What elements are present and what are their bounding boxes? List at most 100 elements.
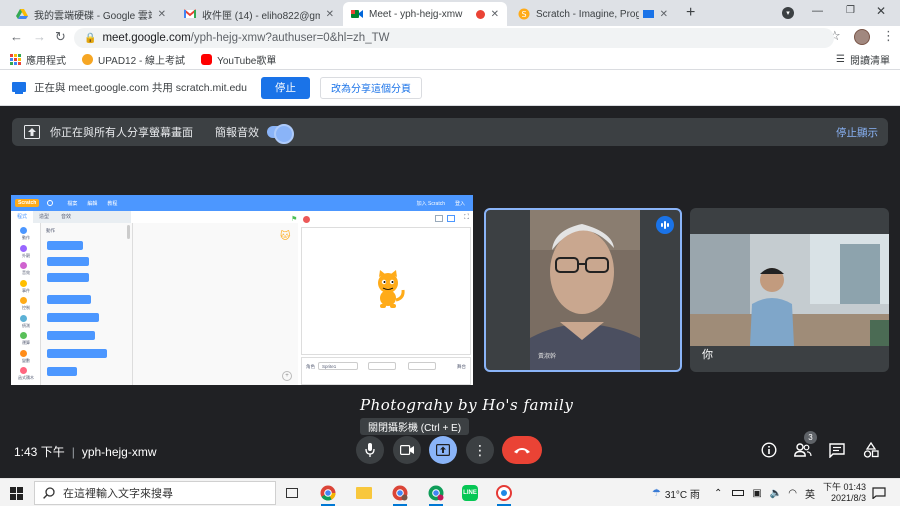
task-view-button[interactable] xyxy=(282,483,302,503)
svg-text:S: S xyxy=(521,10,526,19)
taskbar-search-box[interactable]: 在這裡輸入文字來搜尋 xyxy=(34,481,276,505)
scratch-block xyxy=(47,295,91,304)
folder-icon xyxy=(356,487,372,499)
chrome-profile-icon xyxy=(428,485,444,501)
tab-meet[interactable]: Meet - yph-hejg-xmw ✕ xyxy=(343,2,507,26)
close-window-button[interactable]: ✕ xyxy=(876,4,886,18)
volume-icon[interactable]: 🔈 xyxy=(770,488,782,499)
palette-scrollbar xyxy=(127,225,130,239)
windows-start-icon[interactable] xyxy=(10,487,23,500)
participant-tile-main[interactable]: 黃淑幹 xyxy=(484,208,682,372)
tab-gmail[interactable]: 收件匣 (14) - eliho822@gmail.c ✕ xyxy=(176,2,342,26)
battery-icon[interactable] xyxy=(732,490,745,496)
scratch-block xyxy=(47,257,89,266)
self-video xyxy=(690,234,889,346)
scratch-block-palette: 動作 xyxy=(41,223,133,385)
category-dot-icon xyxy=(20,349,27,357)
activities-button[interactable] xyxy=(862,441,880,459)
profile-avatar[interactable] xyxy=(854,29,870,45)
new-tab-button[interactable]: + xyxy=(686,4,695,22)
taskbar-app[interactable] xyxy=(494,483,514,506)
meeting-info-button[interactable] xyxy=(760,441,778,459)
scratch-tabs: 程式 造型 音效 xyxy=(11,211,131,223)
gmail-icon xyxy=(184,9,196,18)
participant-tile-self[interactable]: 你 xyxy=(690,208,889,372)
back-icon[interactable]: ← xyxy=(10,29,23,44)
category-dot-icon xyxy=(20,227,27,234)
bookmark-upad12[interactable]: UPAD12 - 線上考試 xyxy=(82,52,185,67)
camera-button[interactable] xyxy=(393,436,421,464)
meet-icon xyxy=(351,10,363,18)
share-this-tab-button[interactable]: 改為分享這個分頁 xyxy=(320,76,422,99)
stop-presenting-button[interactable]: 停止顯示 xyxy=(836,125,878,140)
taskbar-chrome-profile-3[interactable] xyxy=(426,483,446,506)
stop-sharing-button[interactable]: 停止 xyxy=(261,76,310,99)
taskbar-file-explorer[interactable] xyxy=(354,483,374,503)
presenting-message: 你正在與所有人分享螢幕畫面 xyxy=(50,127,193,139)
present-screen-icon xyxy=(436,444,450,456)
scratch-icon: S xyxy=(518,8,530,20)
close-icon[interactable]: ✕ xyxy=(660,9,668,20)
taskbar-chrome-profile-2[interactable] xyxy=(390,483,410,506)
screen-share-icon xyxy=(12,81,26,94)
tab-scratch[interactable]: S Scratch - Imagine, Program ✕ xyxy=(510,2,676,26)
tab-search-icon[interactable]: ▾ xyxy=(782,7,794,19)
weather-text[interactable]: 31°C 雨 xyxy=(665,486,700,501)
forward-icon[interactable]: → xyxy=(33,29,46,44)
speaking-indicator-icon xyxy=(656,216,674,234)
taskbar-line[interactable]: LINE xyxy=(460,483,480,503)
weather-icon[interactable]: ☂ xyxy=(652,488,661,499)
more-vert-icon: ⋮ xyxy=(473,442,487,458)
bookmark-youtube[interactable]: YouTube歌單 xyxy=(201,52,276,67)
stage-label: 舞台 xyxy=(457,364,466,369)
normal-stage-icon xyxy=(447,215,455,222)
reading-list-button[interactable]: ☰ 閱讀清單 xyxy=(836,52,890,67)
sprite-thumbnail-icon: 🐱 xyxy=(280,231,291,242)
input-method[interactable]: 英 xyxy=(805,486,815,501)
stop-sign-icon xyxy=(303,216,310,223)
tab-google-drive[interactable]: 我的雲端硬碟 - Google 雲端硬碟 ✕ xyxy=(8,2,174,26)
restore-button[interactable]: ❐ xyxy=(846,5,855,16)
upad-icon xyxy=(82,54,93,65)
notifications-icon[interactable] xyxy=(872,487,886,499)
minimize-button[interactable]: — xyxy=(812,5,823,17)
presentation-audio-toggle[interactable] xyxy=(267,124,294,144)
url-path: /yph-hejg-xmw?authuser=0&hl=zh_TW xyxy=(190,32,390,44)
category-label: 音效 xyxy=(22,270,30,275)
bookmark-apps[interactable]: 應用程式 xyxy=(10,52,66,67)
small-stage-icon xyxy=(435,215,443,222)
youtube-icon xyxy=(201,54,213,65)
chrome-profile-icon xyxy=(392,485,408,501)
casting-icon xyxy=(642,10,654,18)
chevron-up-icon[interactable]: ⌃ xyxy=(714,488,722,499)
category-label: 外觀 xyxy=(22,252,30,258)
present-now-button[interactable] xyxy=(429,436,457,464)
microphone-button[interactable] xyxy=(356,436,384,464)
bookmark-label: UPAD12 - 線上考試 xyxy=(98,56,186,67)
chat-button[interactable] xyxy=(828,441,846,459)
category-dot-icon xyxy=(20,262,27,269)
meeting-details: 1:43 下午 | yph-hejg-xmw xyxy=(14,444,157,460)
kebab-menu-icon[interactable]: ⋮ xyxy=(882,28,895,44)
reload-icon[interactable]: ↻ xyxy=(55,29,66,45)
scratch-cat-sprite-icon xyxy=(378,270,405,308)
close-icon[interactable]: ✕ xyxy=(158,9,166,20)
leave-call-button[interactable] xyxy=(502,436,542,464)
close-icon[interactable]: ✕ xyxy=(491,9,499,20)
scratch-block xyxy=(47,273,89,282)
category-label: 控制 xyxy=(22,305,30,310)
close-icon[interactable]: ✕ xyxy=(326,9,334,20)
scratch-menu-tutorials: 教程 xyxy=(107,200,118,207)
meeting-code: yph-hejg-xmw xyxy=(81,444,157,459)
taskbar-clock[interactable]: 下午 01:43 2021/8/3 xyxy=(823,482,866,504)
category-dot-icon xyxy=(20,332,27,339)
meet-tray-icon[interactable]: ▣ xyxy=(752,488,761,499)
clock-time: 下午 01:43 xyxy=(822,482,866,492)
more-options-button[interactable]: ⋮ xyxy=(466,436,494,464)
address-bar[interactable]: 🔒 meet.google.com/yph-hejg-xmw?authuser=… xyxy=(74,28,834,48)
taskbar-chrome[interactable] xyxy=(318,483,338,506)
people-icon xyxy=(794,443,812,457)
category-dot-icon xyxy=(20,279,27,287)
bookmarks-bar: 應用程式 UPAD12 - 線上考試 YouTube歌單 ☰ 閱讀清單 xyxy=(0,50,900,70)
network-icon[interactable]: ◠ xyxy=(788,488,797,499)
